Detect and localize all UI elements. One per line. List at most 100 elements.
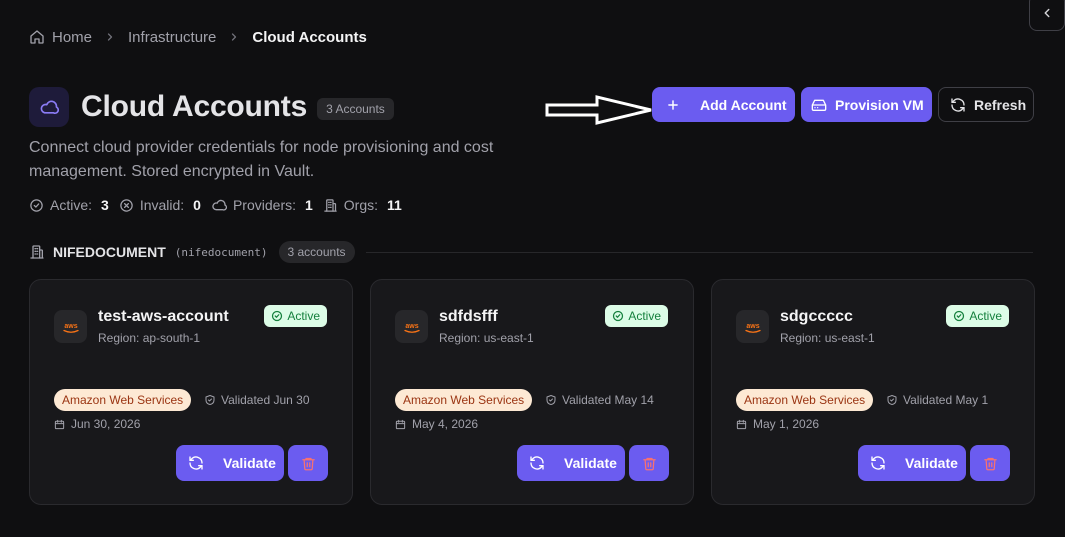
validated-info: Validated May 1	[886, 393, 988, 407]
account-name: sdfdsfff	[439, 308, 498, 325]
date-info: May 4, 2026	[395, 417, 478, 431]
aws-logo-icon: aws	[395, 310, 428, 343]
status-label: Active	[287, 309, 320, 323]
delete-button[interactable]	[288, 445, 328, 481]
hard-drive-icon	[811, 99, 827, 111]
provision-vm-button[interactable]: Provision VM	[801, 87, 932, 122]
home-icon	[30, 30, 44, 44]
building-icon	[324, 198, 337, 212]
org-accounts-badge: 3 accounts	[278, 241, 355, 263]
cloud-icon	[212, 199, 227, 211]
refresh-icon	[189, 456, 203, 470]
trash-icon	[983, 457, 997, 470]
refresh-icon	[951, 97, 965, 112]
shield-check-icon	[205, 395, 215, 405]
provider-tag: Amazon Web Services	[54, 389, 192, 411]
stat-invalid: Invalid: 0	[119, 197, 201, 213]
page-header: Cloud Accounts 3 Accounts	[29, 86, 394, 128]
validated-label: Validated Jun 30	[221, 393, 310, 407]
collapse-panel-button[interactable]	[1029, 0, 1065, 31]
account-card: aws test-aws-account Region: ap-south-1 …	[29, 279, 353, 505]
breadcrumb-current: Cloud Accounts	[252, 28, 367, 46]
account-name: test-aws-account	[98, 308, 229, 325]
account-cards: aws test-aws-account Region: ap-south-1 …	[29, 279, 1035, 505]
plus-icon	[668, 99, 678, 110]
chevron-right-icon	[228, 31, 240, 43]
stat-orgs-label: Orgs:	[343, 197, 379, 213]
date-info: Jun 30, 2026	[54, 417, 140, 431]
delete-button[interactable]	[970, 445, 1010, 481]
provider-tag: Amazon Web Services	[736, 389, 874, 411]
stat-invalid-label: Invalid:	[139, 197, 185, 213]
org-slug: (nifedocument)	[174, 245, 268, 259]
date-info: May 1, 2026	[736, 417, 819, 431]
arrow-annotation-icon	[545, 95, 652, 125]
validate-button[interactable]: Validate	[517, 445, 625, 481]
svg-text:aws: aws	[746, 323, 759, 330]
stat-providers-value: 1	[305, 197, 313, 213]
breadcrumb: Home Infrastructure Cloud Accounts	[29, 27, 367, 47]
validate-label: Validate	[564, 455, 617, 471]
cloud-accounts-page: Home Infrastructure Cloud Accounts Cloud…	[0, 0, 1065, 537]
add-account-label: Add Account	[700, 96, 787, 113]
validated-label: Validated May 14	[562, 393, 654, 407]
trash-icon	[301, 457, 315, 470]
breadcrumb-infrastructure[interactable]: Infrastructure	[128, 29, 216, 46]
shield-check-icon	[546, 395, 556, 405]
breadcrumb-home[interactable]: Home	[29, 29, 92, 46]
accounts-count-badge: 3 Accounts	[317, 98, 394, 120]
account-region: Region: us-east-1	[439, 331, 534, 345]
provider-tag: Amazon Web Services	[395, 389, 533, 411]
stat-active: Active: 3	[29, 197, 109, 213]
org-name: NIFEDOCUMENT	[53, 244, 166, 260]
refresh-button[interactable]: Refresh	[938, 87, 1034, 122]
refresh-icon	[530, 456, 544, 470]
org-section-header: NIFEDOCUMENT (nifedocument) 3 accounts	[29, 241, 1033, 263]
status-label: Active	[628, 309, 661, 323]
stat-orgs-value: 11	[387, 197, 402, 213]
check-circle-icon	[613, 310, 624, 322]
refresh-icon	[871, 456, 885, 470]
stat-active-label: Active:	[50, 197, 93, 213]
validate-button[interactable]: Validate	[176, 445, 284, 481]
aws-logo-icon: aws	[736, 310, 769, 343]
date-label: May 1, 2026	[753, 417, 820, 431]
stat-invalid-value: 0	[193, 197, 201, 213]
delete-button[interactable]	[629, 445, 669, 481]
validated-label: Validated May 1	[903, 393, 989, 407]
validate-button[interactable]: Validate	[858, 445, 966, 481]
calendar-icon	[736, 419, 747, 429]
shield-check-icon	[887, 395, 897, 405]
chevron-right-icon	[104, 31, 116, 43]
provision-vm-label: Provision VM	[835, 96, 924, 113]
check-circle-icon	[954, 310, 965, 322]
date-label: Jun 30, 2026	[71, 417, 141, 431]
svg-text:aws: aws	[64, 323, 77, 330]
check-circle-icon	[272, 310, 283, 322]
cloud-icon	[29, 87, 69, 127]
stat-providers: Providers: 1	[211, 197, 313, 213]
validate-label: Validate	[905, 455, 958, 471]
page-description: Connect cloud provider credentials for n…	[29, 139, 494, 180]
account-name: sdgccccc	[780, 308, 853, 325]
x-circle-icon	[120, 198, 133, 212]
account-region: Region: ap-south-1	[98, 331, 201, 345]
svg-text:aws: aws	[405, 323, 418, 330]
date-label: May 4, 2026	[412, 417, 479, 431]
header-actions: Add Account Provision VM Refresh	[652, 87, 1034, 122]
check-circle-icon	[30, 198, 43, 212]
status-label: Active	[969, 309, 1002, 323]
building-icon	[30, 245, 44, 259]
breadcrumb-home-label: Home	[52, 28, 93, 46]
add-account-button[interactable]: Add Account	[652, 87, 795, 122]
stat-active-value: 3	[101, 197, 109, 213]
aws-logo-icon: aws	[54, 310, 87, 343]
calendar-icon	[54, 419, 65, 429]
calendar-icon	[395, 419, 406, 429]
stat-orgs: Orgs: 11	[323, 197, 402, 213]
page-title: Cloud Accounts	[81, 90, 308, 123]
validated-info: Validated May 14	[545, 393, 654, 407]
section-divider	[365, 251, 1033, 253]
status-badge: Active	[605, 305, 668, 327]
status-badge: Active	[264, 305, 327, 327]
